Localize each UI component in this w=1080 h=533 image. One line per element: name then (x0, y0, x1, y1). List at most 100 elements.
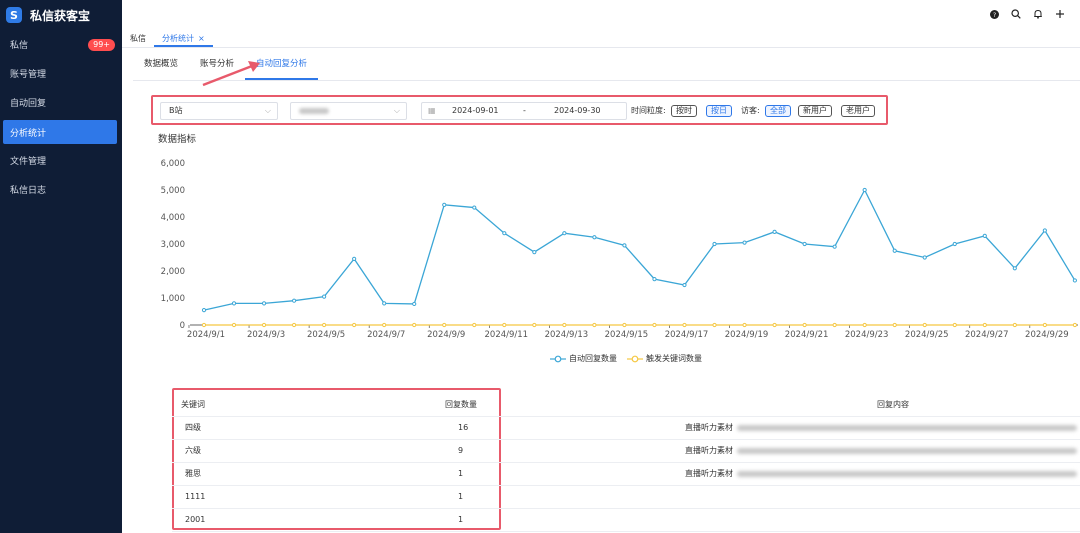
granularity-day-button[interactable]: 按日 (706, 105, 732, 117)
data-point[interactable] (1072, 278, 1077, 283)
start-date: 2024-09-01 (452, 106, 499, 115)
data-point[interactable] (1072, 322, 1077, 328)
add-icon[interactable] (1055, 9, 1065, 22)
search-icon[interactable] (1011, 8, 1021, 22)
data-point[interactable] (1042, 228, 1047, 233)
close-icon[interactable]: × (198, 34, 205, 43)
data-point[interactable] (382, 301, 387, 306)
data-point[interactable] (622, 322, 627, 328)
sidebar-item[interactable]: 分析统计 (3, 120, 117, 144)
sidebar-item-label: 分析统计 (10, 128, 47, 139)
sidebar-item[interactable]: 私信日志 (0, 175, 122, 204)
data-point[interactable] (952, 241, 957, 247)
x-tick-label: 2024/9/25 (905, 330, 949, 340)
annotation-arrow (202, 61, 260, 87)
visitor-old-button[interactable]: 老用户 (841, 105, 875, 117)
data-point[interactable] (922, 322, 927, 328)
sidebar-item[interactable]: 文件管理 (0, 146, 122, 175)
data-point[interactable] (922, 255, 927, 260)
x-tick-label: 2024/9/17 (665, 330, 709, 340)
app-logo: S 私信获客宝 (0, 0, 122, 30)
data-point[interactable] (442, 322, 447, 328)
data-point[interactable] (1012, 266, 1017, 271)
y-tick-label: 1,000 (161, 294, 185, 304)
data-point[interactable] (982, 322, 987, 328)
data-point[interactable] (712, 322, 717, 328)
data-point[interactable] (772, 229, 777, 234)
table-row: 四级 16 直播听力素材 (172, 417, 1080, 440)
data-point[interactable] (652, 322, 657, 328)
platform-select[interactable]: B站 ⌵ (160, 102, 278, 120)
data-point[interactable] (592, 322, 597, 328)
data-point[interactable] (712, 241, 717, 247)
data-point[interactable] (802, 322, 807, 328)
data-point[interactable] (532, 322, 537, 328)
data-point[interactable] (652, 277, 657, 282)
filter-bar: B站 ⌵ ⌵ ▦ 2024-09-01 - 2024-09-30 时间粒度: 按… (151, 95, 888, 125)
data-point[interactable] (261, 301, 267, 306)
data-point[interactable] (682, 282, 687, 288)
bell-icon[interactable] (1033, 9, 1043, 22)
data-point[interactable] (832, 322, 837, 328)
account-select[interactable]: ⌵ (290, 102, 407, 120)
legend-item-keyword-trigger[interactable]: 触发关键词数量 (627, 353, 702, 364)
data-point[interactable] (862, 187, 867, 193)
content-text: 直播听力素材 (685, 423, 733, 432)
content-cell: 直播听力素材 (685, 463, 1077, 485)
data-point[interactable] (1042, 322, 1047, 328)
data-point[interactable] (1012, 322, 1017, 328)
x-tick-label: 2024/9/19 (725, 330, 769, 340)
data-point[interactable] (261, 322, 267, 328)
data-point[interactable] (952, 322, 957, 328)
data-point[interactable] (682, 322, 687, 328)
visitor-new-button[interactable]: 新用户 (798, 105, 832, 117)
data-point[interactable] (201, 322, 207, 328)
data-point[interactable] (502, 322, 507, 328)
data-point[interactable] (352, 256, 357, 261)
date-range-picker[interactable]: ▦ 2024-09-01 - 2024-09-30 (421, 102, 627, 120)
data-point[interactable] (291, 322, 297, 328)
sidebar-item[interactable]: 自动回复 (0, 88, 122, 117)
granularity-hour-button[interactable]: 按时 (671, 105, 697, 117)
data-point[interactable] (832, 244, 837, 249)
subtab[interactable]: 数据概览 (133, 52, 189, 80)
data-point[interactable] (382, 322, 387, 328)
data-point[interactable] (472, 205, 477, 210)
data-point[interactable] (622, 243, 627, 248)
data-point[interactable] (231, 301, 237, 306)
data-point[interactable] (412, 322, 417, 328)
page-tab[interactable]: 私信 (122, 31, 154, 47)
data-point[interactable] (772, 322, 777, 328)
data-point[interactable] (322, 322, 327, 328)
data-point[interactable] (562, 322, 567, 328)
data-point[interactable] (592, 235, 597, 240)
page-tab[interactable]: 分析统计 × (154, 31, 213, 47)
visitor-all-button[interactable]: 全部 (765, 105, 791, 117)
data-point[interactable] (532, 250, 537, 255)
sidebar-item-label: 文件管理 (10, 157, 47, 167)
data-point[interactable] (472, 322, 477, 328)
data-point[interactable] (742, 322, 747, 328)
data-point[interactable] (442, 202, 447, 207)
sidebar-item[interactable]: 账号管理 (0, 59, 122, 88)
data-point[interactable] (742, 240, 747, 245)
data-point[interactable] (412, 301, 417, 307)
data-point[interactable] (802, 241, 807, 247)
data-point[interactable] (502, 231, 507, 236)
data-point[interactable] (352, 322, 357, 328)
legend-item-auto-reply[interactable]: 自动回复数量 (550, 353, 617, 364)
data-point[interactable] (982, 233, 987, 239)
count-cell: 1 (458, 515, 464, 524)
chart-legend: 自动回复数量 触发关键词数量 (550, 353, 712, 364)
data-point[interactable] (231, 322, 237, 328)
help-icon[interactable]: ? (990, 9, 999, 22)
data-point[interactable] (862, 322, 867, 328)
data-point[interactable] (322, 294, 327, 299)
data-point[interactable] (892, 322, 897, 328)
data-point[interactable] (201, 308, 207, 313)
sidebar-item[interactable]: 私信 99+ (0, 30, 122, 59)
data-point[interactable] (892, 248, 897, 253)
data-point[interactable] (562, 231, 567, 236)
sidebar-item-label: 私信日志 (10, 186, 47, 196)
data-point[interactable] (291, 298, 297, 303)
